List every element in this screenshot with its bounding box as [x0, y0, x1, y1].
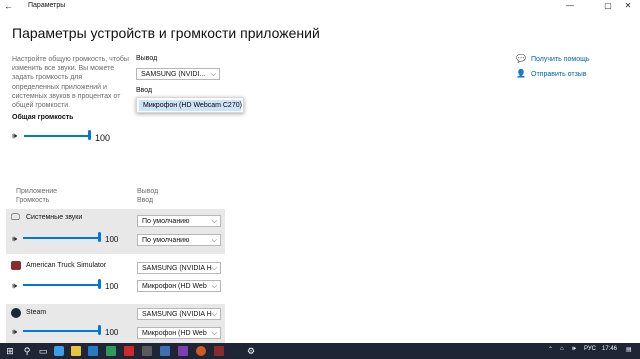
app-volume-slider[interactable] [23, 325, 103, 337]
american-truck-simulator-icon[interactable] [214, 346, 224, 356]
tray-chevron-icon[interactable]: ⌃ [548, 346, 553, 353]
maximize-button[interactable]: ▢ [600, 1, 616, 10]
speaker-icon[interactable]: 🕪 [12, 327, 17, 337]
steam-icon [11, 308, 21, 318]
app-output-value: SAMSUNG (NVIDIA H [142, 311, 212, 318]
slider-track [23, 284, 99, 286]
help-icon[interactable]: 💬 [516, 54, 526, 63]
app-output-select[interactable]: По умолчанию ⌵ [137, 215, 221, 227]
volume-icon[interactable]: 🕪 [572, 346, 576, 353]
input-label: Ввод [136, 87, 153, 94]
app-input-value: Микрофон (HD Web [142, 283, 207, 290]
chevron-down-icon: ⌵ [210, 71, 216, 78]
steam-icon[interactable] [231, 346, 241, 356]
slider-thumb[interactable] [98, 325, 101, 335]
app-volume-value: 100 [105, 328, 119, 337]
app-icon[interactable] [142, 346, 152, 356]
monitor-icon: 🖵 [11, 212, 20, 222]
apps-header-input: Ввод [137, 197, 154, 204]
app-icon[interactable] [106, 346, 116, 356]
back-arrow-icon[interactable]: ← [4, 1, 13, 11]
task-view-icon[interactable]: ▭ [38, 346, 48, 356]
slider-thumb[interactable] [88, 130, 91, 140]
minimize-button[interactable]: — [562, 1, 578, 10]
master-volume-slider[interactable] [24, 130, 92, 142]
output-device-value: SAMSUNG (NVIDI... [141, 71, 206, 78]
feedback-icon[interactable]: 👤 [516, 69, 526, 78]
output-label: Вывод [136, 55, 158, 62]
slider-track [23, 330, 99, 332]
master-volume-label: Общая громкость [12, 114, 74, 121]
clock[interactable]: 17:46 [602, 346, 617, 352]
apps-header-app: Приложение [16, 188, 58, 195]
app-input-value: По умолчанию [142, 237, 190, 244]
keyboard-lang[interactable]: РУС [584, 346, 596, 352]
browser-icon[interactable] [54, 346, 64, 356]
app-icon[interactable] [196, 346, 206, 356]
slider-thumb[interactable] [98, 232, 101, 242]
speaker-icon[interactable]: 🕪 [12, 131, 17, 141]
chevron-down-icon: ⌵ [211, 218, 217, 225]
speaker-icon[interactable]: 🕪 [12, 281, 17, 291]
notification-icon[interactable]: ▤ [626, 346, 632, 353]
app-output-select[interactable]: SAMSUNG (NVIDIA H ⌵ [137, 308, 221, 320]
title-bar: ← Параметры — ▢ ✕ [0, 0, 640, 14]
master-volume-value: 100 [95, 133, 111, 143]
app-output-select[interactable]: SAMSUNG (NVIDIA H ⌵ [137, 262, 221, 274]
slider-track [23, 237, 99, 239]
app-volume-slider[interactable] [23, 279, 103, 291]
close-button[interactable]: ✕ [620, 1, 636, 10]
search-icon[interactable]: ⚲ [22, 346, 32, 356]
app-name: American Truck Simulator [26, 262, 107, 269]
chevron-down-icon: ⌵ [211, 311, 217, 318]
slider-thumb[interactable] [98, 279, 101, 289]
chevron-down-icon: ⌵ [211, 237, 217, 244]
app-volume-slider[interactable] [23, 232, 103, 244]
app-name: Системные звуки [26, 214, 83, 221]
page-description: Настройте общую громкость, чтобы изменит… [12, 56, 129, 110]
app-input-select[interactable]: Микрофон (HD Web ⌵ [137, 327, 221, 339]
american-truck-simulator-icon [11, 261, 21, 270]
app-icon[interactable] [178, 346, 188, 356]
app-output-value: SAMSUNG (NVIDIA H [142, 265, 212, 272]
apps-header-output: Вывод [137, 188, 159, 195]
app-icon[interactable] [160, 346, 170, 356]
page-title: Параметры устройств и громкости приложен… [12, 25, 320, 41]
dropdown-option[interactable]: Микрофон (HD Webcam C270) [139, 100, 242, 111]
gear-icon[interactable]: ⚙ [246, 346, 256, 356]
app-volume-value: 100 [105, 235, 119, 244]
help-link[interactable]: Получить помощь [531, 56, 590, 63]
chevron-down-icon: ⌵ [211, 283, 217, 290]
file-explorer-icon[interactable] [71, 346, 81, 356]
speaker-icon[interactable]: 🕪 [12, 234, 17, 244]
store-icon[interactable] [88, 346, 98, 356]
app-name: Steam [26, 309, 47, 316]
app-input-select[interactable]: По умолчанию ⌵ [137, 234, 221, 246]
feedback-link[interactable]: Отправить отзыв [531, 71, 587, 78]
output-device-select[interactable]: SAMSUNG (NVIDI... ⌵ [136, 68, 220, 80]
chevron-down-icon: ⌵ [211, 330, 217, 337]
app-input-value: Микрофон (HD Web [142, 330, 207, 337]
app-icon[interactable] [124, 346, 134, 356]
app-input-select[interactable]: Микрофон (HD Web ⌵ [137, 280, 221, 292]
window-title: Параметры [28, 2, 66, 9]
chevron-down-icon: ⌵ [211, 265, 217, 272]
windows-start-icon[interactable]: ⊞ [5, 346, 15, 356]
apps-header-volume: Громкость [16, 197, 50, 204]
input-device-dropdown[interactable]: Микрофон (HD Webcam C270) [136, 97, 244, 113]
network-icon[interactable]: ⌂ [560, 346, 564, 352]
app-output-value: По умолчанию [142, 218, 190, 225]
app-volume-value: 100 [105, 282, 119, 291]
slider-track [24, 135, 90, 137]
